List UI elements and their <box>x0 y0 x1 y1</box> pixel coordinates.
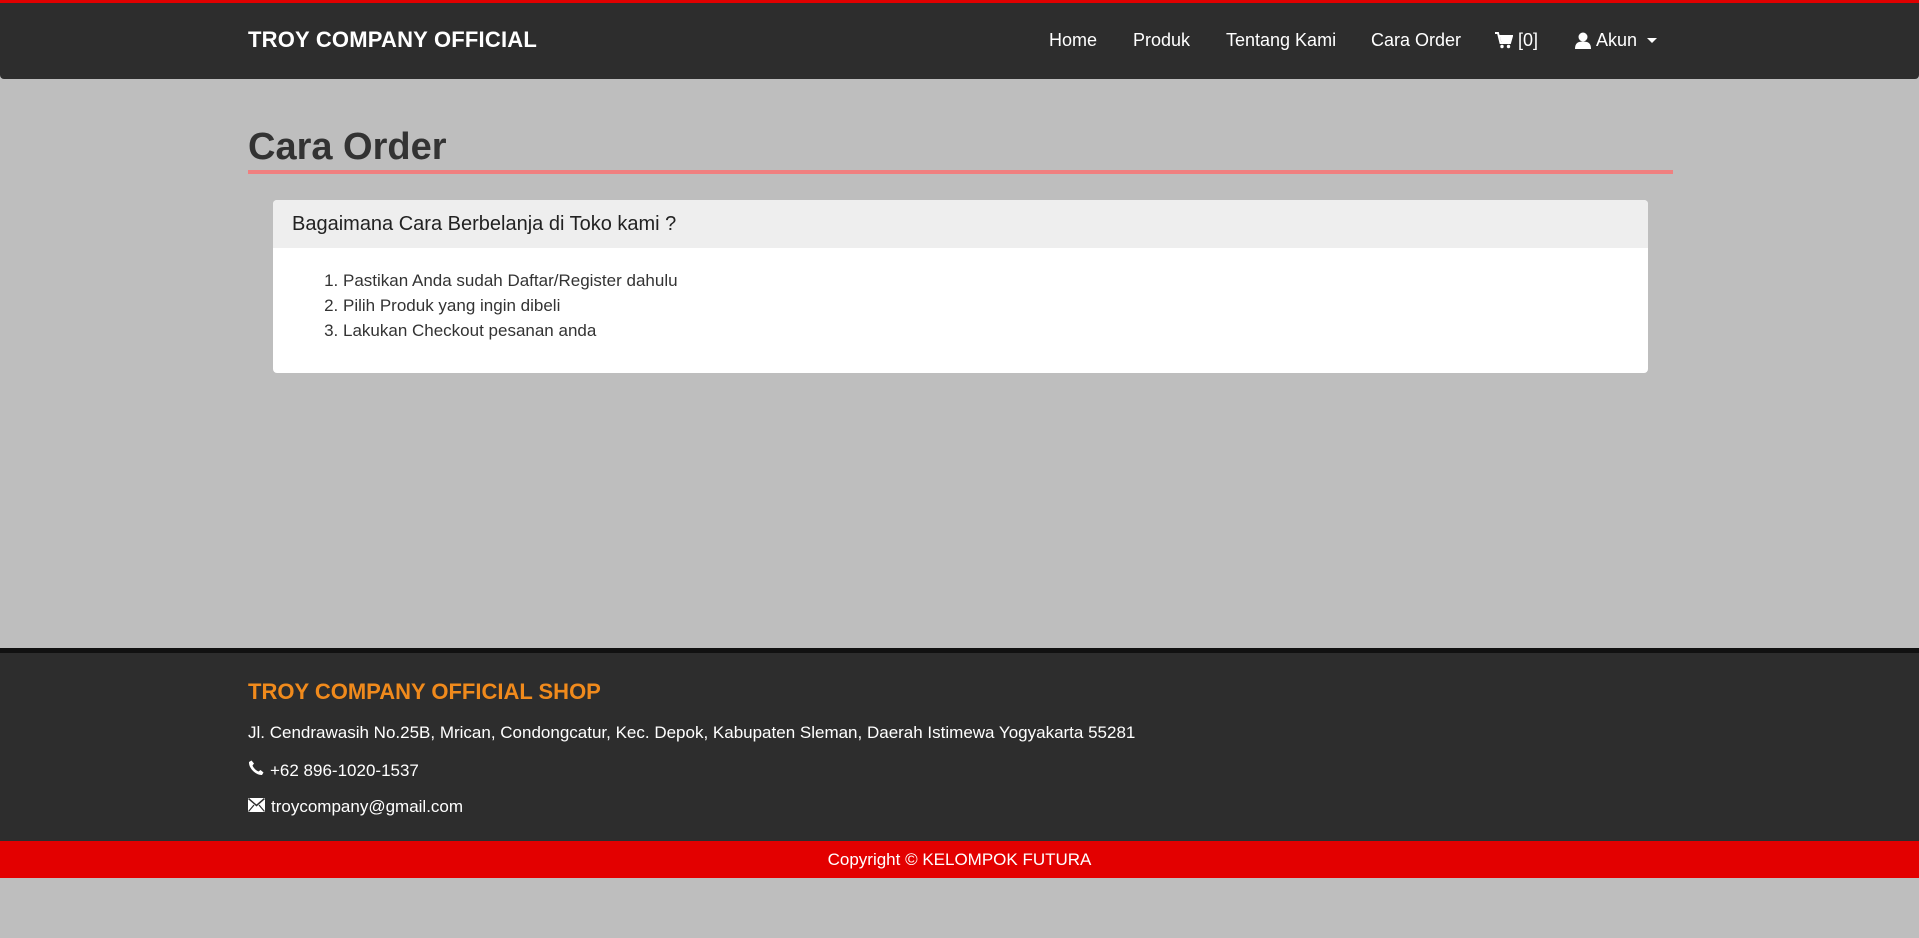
nav-cart[interactable]: [0] <box>1495 30 1538 51</box>
footer-address: Jl. Cendrawasih No.25B, Mrican, Condongc… <box>248 723 1136 742</box>
order-guide-panel: Bagaimana Cara Berbelanja di Toko kami ?… <box>273 200 1648 373</box>
cart-count: [0] <box>1518 30 1539 50</box>
chevron-down-icon <box>1647 38 1658 43</box>
akun-label: Akun <box>1596 30 1638 50</box>
email-address: troycompany@gmail.com <box>271 797 464 816</box>
phone-number: +62 896-1020-1537 <box>270 760 419 780</box>
footer-shop-name: TROY COMPANY OFFICIAL SHOP <box>248 679 601 704</box>
shopping-cart-icon <box>1495 32 1513 49</box>
main-nav: Home Produk Tentang Kami Cara Order [0] <box>0 3 1919 79</box>
list-item: Pilih Produk yang ingin dibeli <box>343 293 1648 318</box>
nav-akun-dropdown[interactable]: Akun <box>1575 30 1658 51</box>
envelope-icon <box>248 797 265 817</box>
panel-body: Pastikan Anda sudah Daftar/Register dahu… <box>273 248 1648 343</box>
navbar: TROY COMPANY OFFICIAL Home Produk Tentan… <box>0 0 1919 79</box>
panel-heading: Bagaimana Cara Berbelanja di Toko kami ? <box>273 200 1648 248</box>
footer-phone: +62 896-1020-1537 <box>248 760 419 781</box>
title-divider <box>248 170 1673 174</box>
footer: TROY COMPANY OFFICIAL SHOP Jl. Cendrawas… <box>0 648 1919 841</box>
list-item: Lakukan Checkout pesanan anda <box>343 318 1648 343</box>
nav-produk[interactable]: Produk <box>1133 30 1190 51</box>
page-title: Cara Order <box>248 126 447 168</box>
nav-tentang-kami[interactable]: Tentang Kami <box>1226 30 1336 51</box>
footer-email: troycompany@gmail.com <box>248 797 463 817</box>
nav-home[interactable]: Home <box>1049 30 1097 51</box>
nav-cara-order[interactable]: Cara Order <box>1371 30 1461 51</box>
phone-icon <box>248 760 264 781</box>
user-icon <box>1575 32 1591 49</box>
order-steps-list: Pastikan Anda sudah Daftar/Register dahu… <box>343 268 1648 343</box>
list-item: Pastikan Anda sudah Daftar/Register dahu… <box>343 268 1648 293</box>
copyright-bar: Copyright © KELOMPOK FUTURA <box>0 841 1919 878</box>
